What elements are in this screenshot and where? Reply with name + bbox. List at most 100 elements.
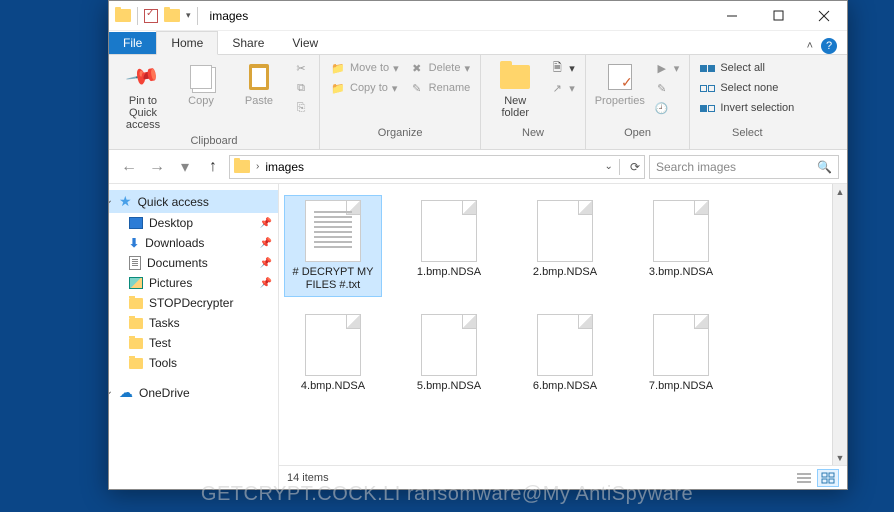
tab-share[interactable]: Share bbox=[218, 32, 278, 54]
easyaccess-icon: ↗ bbox=[549, 80, 565, 96]
file-item[interactable]: 3.bmp.NDSA bbox=[633, 196, 729, 296]
select-none-button[interactable]: Select none bbox=[698, 79, 796, 97]
pin-quick-access-button[interactable]: 📌 Pin to Quick access bbox=[117, 59, 169, 133]
sidebar-tools[interactable]: Tools bbox=[109, 353, 278, 373]
copy-path-button[interactable]: ⧉ bbox=[291, 79, 311, 97]
sidebar-tasks[interactable]: Tasks bbox=[109, 313, 278, 333]
pin-icon: 📌 bbox=[260, 278, 272, 289]
moveto-label: Move to bbox=[350, 62, 389, 74]
scroll-up-button[interactable]: ▲ bbox=[833, 184, 847, 199]
ribbon: 📌 Pin to Quick access Copy Paste ✂ ⧉ ⎘ C… bbox=[109, 55, 847, 150]
sidebar-pictures[interactable]: Pictures📌 bbox=[109, 273, 278, 293]
window-controls bbox=[709, 1, 847, 31]
scrollbar[interactable]: ▲ ▼ bbox=[832, 184, 847, 465]
pastelnk-icon: ⎘ bbox=[293, 100, 309, 116]
address-dropdown-icon[interactable]: ⌄ bbox=[605, 161, 613, 172]
back-button[interactable]: ← bbox=[117, 155, 141, 179]
search-icon[interactable]: 🔍 bbox=[817, 160, 832, 174]
sidebar-stopdecrypter[interactable]: STOPDecrypter bbox=[109, 293, 278, 313]
sidebar-onedrive[interactable]: ☁OneDrive bbox=[109, 381, 278, 404]
folder-icon bbox=[129, 298, 143, 309]
sidebar-quick-access[interactable]: ★Quick access bbox=[109, 190, 278, 213]
properties-qat-icon[interactable] bbox=[144, 9, 158, 23]
new-folder-button[interactable]: New folder bbox=[489, 59, 541, 121]
files-view[interactable]: # DECRYPT MY FILES #.txt 1.bmp.NDSA2.bmp.… bbox=[279, 184, 847, 465]
pictures-icon bbox=[129, 277, 143, 289]
rename-button[interactable]: ✎Rename bbox=[407, 79, 473, 97]
tab-view[interactable]: View bbox=[278, 32, 332, 54]
properties-button[interactable]: Properties bbox=[594, 59, 646, 109]
search-box[interactable]: Search images 🔍 bbox=[649, 155, 839, 179]
sidebar-desktop[interactable]: Desktop📌 bbox=[109, 213, 278, 233]
selectnone-icon bbox=[700, 80, 716, 96]
recent-locations-button[interactable]: ▾ bbox=[173, 155, 197, 179]
invert-selection-button[interactable]: Invert selection bbox=[698, 99, 796, 117]
delete-icon: ✖ bbox=[409, 60, 425, 76]
file-item[interactable]: 1.bmp.NDSA bbox=[401, 196, 497, 296]
history-button[interactable]: 🕘 bbox=[652, 99, 682, 117]
paste-shortcut-button[interactable]: ⎘ bbox=[291, 99, 311, 117]
properties-label: Properties bbox=[595, 95, 645, 107]
sidebar-test[interactable]: Test bbox=[109, 333, 278, 353]
search-placeholder: Search images bbox=[656, 160, 736, 174]
newfolder-qat-icon[interactable] bbox=[164, 9, 180, 22]
sidebar-downloads[interactable]: ⬇Downloads📌 bbox=[109, 233, 278, 253]
forward-button[interactable]: → bbox=[145, 155, 169, 179]
open-button[interactable]: ▶▾ bbox=[652, 59, 682, 77]
chevron-right-icon[interactable]: › bbox=[256, 161, 259, 172]
cut-button[interactable]: ✂ bbox=[291, 59, 311, 77]
open-icon: ▶ bbox=[654, 60, 670, 76]
tab-file[interactable]: File bbox=[109, 32, 156, 54]
pin-icon: 📌 bbox=[260, 218, 272, 229]
copy-button[interactable]: Copy bbox=[175, 59, 227, 109]
copyto-icon: 📁 bbox=[330, 80, 346, 96]
help-icon[interactable]: ? bbox=[821, 38, 837, 54]
new-item-button[interactable]: 🗎▾ bbox=[547, 59, 577, 77]
group-select: Select all Select none Invert selection … bbox=[690, 55, 804, 149]
maximize-button[interactable] bbox=[755, 1, 801, 31]
edit-button[interactable]: ✎ bbox=[652, 79, 682, 97]
paste-button[interactable]: Paste bbox=[233, 59, 285, 109]
navbar: ← → ▾ ↑ › images ⌄ ⟳ Search images 🔍 bbox=[109, 150, 847, 184]
pin-icon: 📌 bbox=[124, 58, 161, 95]
navigation-pane[interactable]: ★Quick access Desktop📌 ⬇Downloads📌 Docum… bbox=[109, 184, 279, 489]
window-title: images bbox=[210, 9, 249, 23]
newitem-icon: 🗎 bbox=[549, 60, 565, 76]
copy-icon bbox=[190, 65, 212, 89]
scroll-down-button[interactable]: ▼ bbox=[833, 450, 847, 465]
file-item[interactable]: 2.bmp.NDSA bbox=[517, 196, 613, 296]
file-item[interactable]: 7.bmp.NDSA bbox=[633, 310, 729, 397]
blank-file-icon bbox=[537, 200, 593, 262]
explorer-window: ▾ images File Home Share View ˄ ? 📌 Pin … bbox=[108, 0, 848, 490]
close-button[interactable] bbox=[801, 1, 847, 31]
file-item[interactable]: # DECRYPT MY FILES #.txt bbox=[285, 196, 381, 296]
qat-dropdown-icon[interactable]: ▾ bbox=[186, 10, 191, 21]
details-view-button[interactable] bbox=[793, 469, 815, 487]
moveto-button[interactable]: 📁Move to ▾ bbox=[328, 59, 401, 77]
address-bar[interactable]: › images ⌄ ⟳ bbox=[229, 155, 645, 179]
collapse-ribbon-icon[interactable]: ˄ bbox=[807, 40, 813, 52]
file-item[interactable]: 6.bmp.NDSA bbox=[517, 310, 613, 397]
up-button[interactable]: ↑ bbox=[201, 155, 225, 179]
address-folder-icon bbox=[234, 160, 250, 173]
new-extra: 🗎▾ ↗▾ bbox=[547, 59, 577, 97]
icons-view-button[interactable] bbox=[817, 469, 839, 487]
history-icon: 🕘 bbox=[654, 100, 670, 116]
easy-access-button[interactable]: ↗▾ bbox=[547, 79, 577, 97]
text-file-icon bbox=[305, 200, 361, 262]
file-name: # DECRYPT MY FILES #.txt bbox=[289, 266, 377, 292]
file-item[interactable]: 5.bmp.NDSA bbox=[401, 310, 497, 397]
sidebar-documents[interactable]: Documents📌 bbox=[109, 253, 278, 273]
copy-label: Copy bbox=[188, 95, 214, 107]
file-item[interactable]: 4.bmp.NDSA bbox=[285, 310, 381, 397]
tab-home[interactable]: Home bbox=[156, 31, 218, 55]
file-name: 4.bmp.NDSA bbox=[301, 380, 365, 393]
refresh-button[interactable]: ⟳ bbox=[630, 160, 640, 174]
select-all-button[interactable]: Select all bbox=[698, 59, 796, 77]
edit-icon: ✎ bbox=[654, 80, 670, 96]
address-segment[interactable]: images bbox=[265, 160, 304, 174]
copyto-button[interactable]: 📁Copy to ▾ bbox=[328, 79, 401, 97]
minimize-button[interactable] bbox=[709, 1, 755, 31]
delete-button[interactable]: ✖Delete ▾ bbox=[407, 59, 473, 77]
blank-file-icon bbox=[537, 314, 593, 376]
